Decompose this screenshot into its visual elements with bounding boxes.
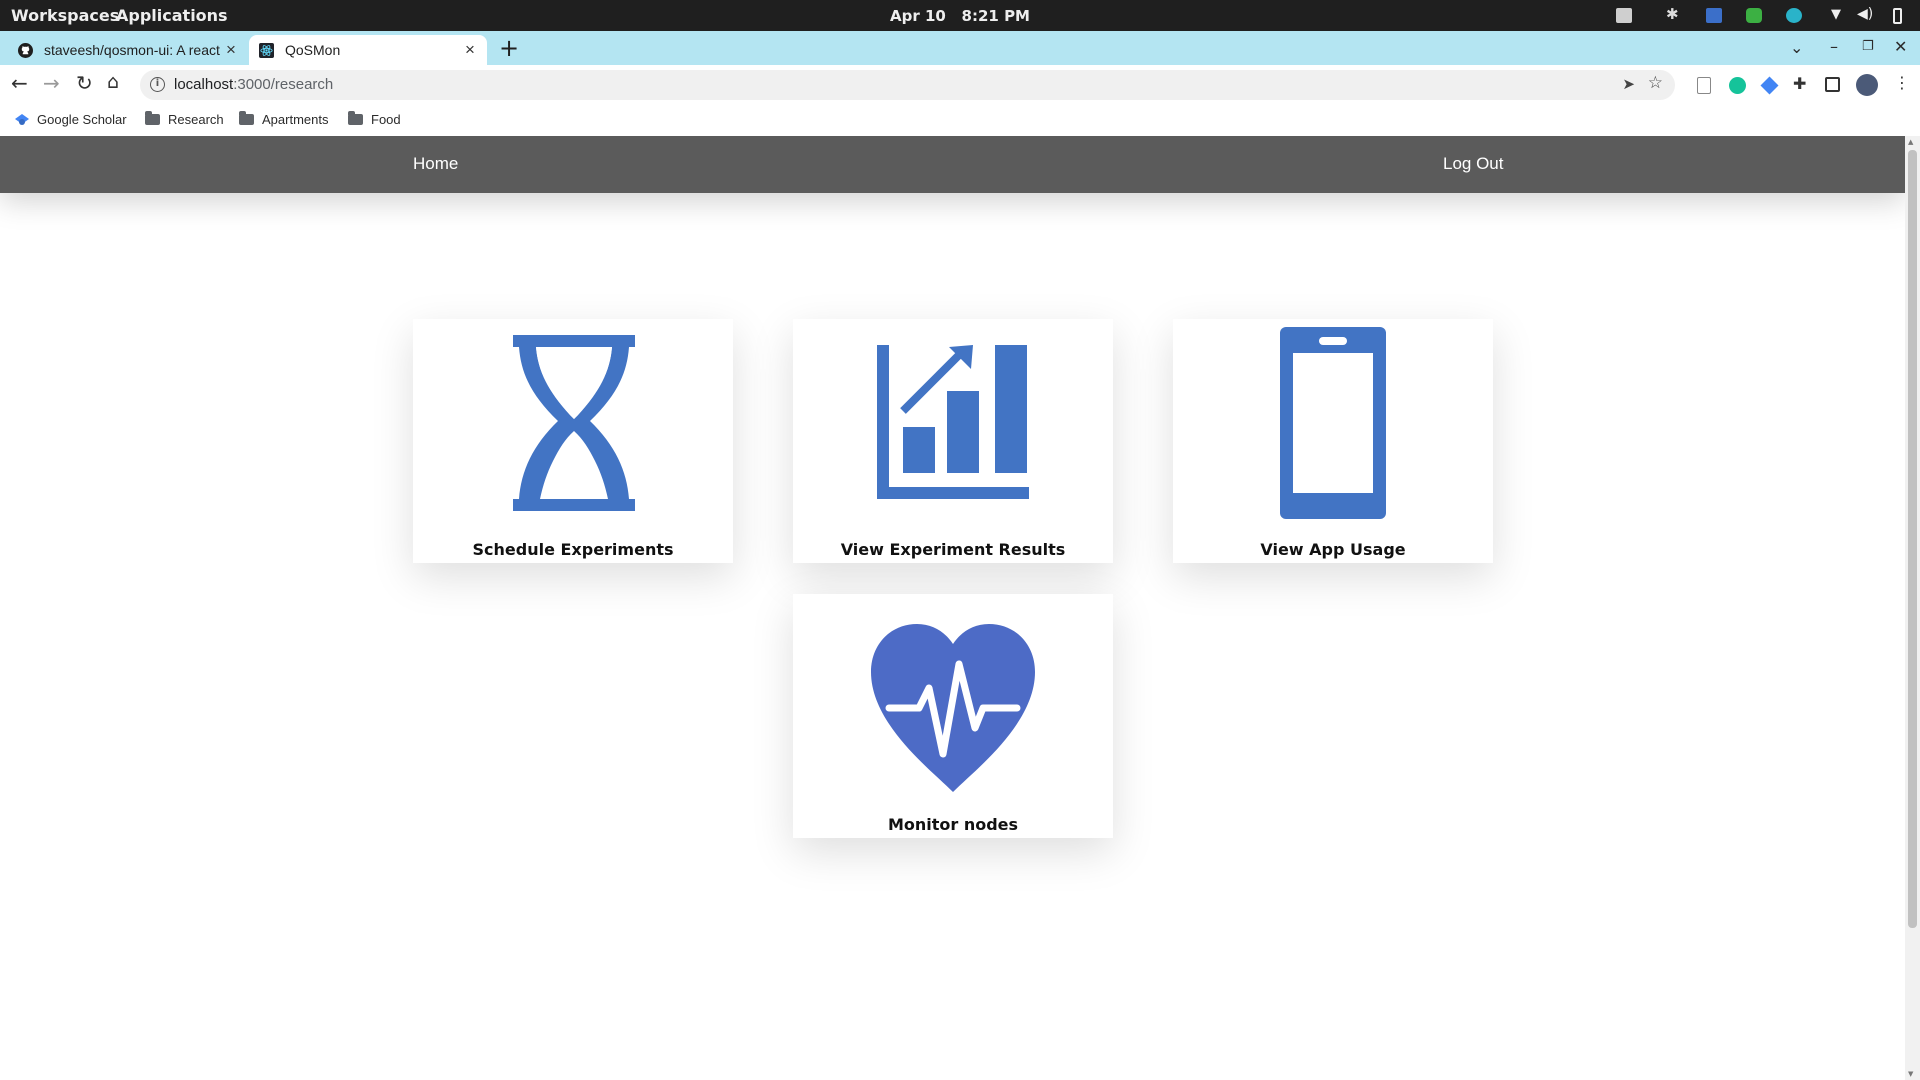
- url-host: localhost: [174, 76, 234, 93]
- bookmark-folder-food[interactable]: Food: [348, 111, 401, 127]
- schedule-experiments-card[interactable]: Schedule Experiments: [413, 319, 733, 563]
- heartbeat-icon: [871, 624, 1035, 792]
- tab-title: QoSMon: [285, 42, 341, 58]
- kebab-menu-icon[interactable]: ⋮: [1894, 73, 1911, 92]
- battery-icon[interactable]: [1893, 8, 1902, 24]
- grammarly-icon[interactable]: [1729, 77, 1746, 94]
- bookmark-label: Apartments: [262, 112, 329, 127]
- tab-search-icon[interactable]: ⌄: [1790, 38, 1803, 57]
- bookmark-folder-research[interactable]: Research: [145, 111, 224, 127]
- close-window-icon[interactable]: ✕: [1894, 37, 1907, 56]
- scroll-down-icon[interactable]: ▼: [1908, 1070, 1913, 1078]
- nav-logout-link[interactable]: Log Out: [1443, 154, 1504, 174]
- site-info-icon[interactable]: i: [150, 77, 165, 92]
- restore-icon[interactable]: ❐: [1862, 39, 1874, 54]
- url-text[interactable]: localhost:3000/research: [174, 76, 333, 93]
- bar-chart-growth-icon: [877, 345, 1029, 499]
- google-scholar-icon: [15, 114, 29, 125]
- back-icon[interactable]: ←: [11, 71, 28, 95]
- react-icon: [259, 43, 274, 58]
- browser-toolbar: ← → ↻ ⌂ i localhost:3000/research ➤ ☆ ✚ …: [0, 65, 1920, 105]
- address-bar[interactable]: i localhost:3000/research ➤ ☆: [140, 70, 1675, 100]
- screen-share-icon[interactable]: [1616, 8, 1632, 23]
- tab-strip: staveesh/qosmon-ui: A react × QoSMon × +…: [0, 31, 1920, 65]
- nav-home-link[interactable]: Home: [413, 154, 458, 174]
- close-tab-icon[interactable]: ×: [226, 40, 236, 60]
- card-label: View App Usage: [1260, 540, 1406, 559]
- sync-app-icon[interactable]: [1786, 8, 1802, 23]
- bookmark-google-scholar[interactable]: Google Scholar: [15, 112, 127, 127]
- github-icon: [18, 43, 33, 58]
- card-label: View Experiment Results: [840, 540, 1066, 559]
- profile-avatar[interactable]: [1856, 74, 1878, 96]
- smartphone-icon: [1280, 327, 1386, 519]
- tab-github[interactable]: staveesh/qosmon-ui: A react ×: [8, 35, 244, 65]
- card-label: Schedule Experiments: [472, 540, 674, 559]
- bookmark-star-icon[interactable]: ☆: [1648, 73, 1663, 93]
- system-top-bar: Workspaces Applications Apr 10 8:21 PM ✱…: [0, 0, 1920, 31]
- bookmark-label: Google Scholar: [37, 112, 127, 127]
- extensions-puzzle-icon[interactable]: ✚: [1793, 74, 1810, 93]
- scrollbar-thumb[interactable]: [1908, 150, 1917, 928]
- tab-title: staveesh/qosmon-ui: A react: [44, 42, 220, 58]
- page-scrollbar[interactable]: ▲ ▼: [1905, 136, 1920, 1080]
- hourglass-icon: [513, 335, 635, 511]
- bookmark-folder-apartments[interactable]: Apartments: [239, 111, 329, 127]
- bookmarks-bar: Google Scholar Research Apartments Food: [0, 105, 1920, 135]
- wifi-icon[interactable]: ▼: [1831, 7, 1851, 22]
- home-icon[interactable]: ⌂: [107, 71, 119, 93]
- view-app-usage-card[interactable]: View App Usage: [1173, 319, 1493, 563]
- new-tab-icon[interactable]: +: [499, 34, 519, 62]
- send-to-device-icon[interactable]: ➤: [1622, 75, 1635, 93]
- app-navbar: Home Log Out: [0, 136, 1905, 193]
- side-panel-icon[interactable]: [1825, 77, 1840, 92]
- tab-qosmon[interactable]: QoSMon ×: [249, 35, 487, 65]
- forward-icon[interactable]: →: [43, 71, 60, 95]
- view-experiment-results-card[interactable]: View Experiment Results: [793, 319, 1113, 563]
- folder-icon: [348, 111, 363, 125]
- minimize-icon[interactable]: –: [1830, 37, 1838, 56]
- url-path: :3000/research: [233, 76, 334, 93]
- monitor-nodes-card[interactable]: Monitor nodes: [793, 594, 1113, 838]
- scholar-extension-icon[interactable]: [1760, 76, 1779, 95]
- bookmark-label: Food: [371, 112, 401, 127]
- window-app-icon[interactable]: [1706, 8, 1722, 23]
- slack-icon[interactable]: ✱: [1666, 5, 1686, 23]
- bookmark-label: Research: [168, 112, 224, 127]
- system-tray: ✱ ▼ ◀): [0, 0, 1920, 31]
- scroll-up-icon[interactable]: ▲: [1908, 138, 1913, 146]
- reader-icon[interactable]: [1697, 77, 1711, 94]
- reload-icon[interactable]: ↻: [76, 71, 93, 95]
- folder-icon: [145, 111, 160, 125]
- page-viewport: Home Log Out Schedule Experiments View E…: [0, 136, 1905, 1080]
- card-label: Monitor nodes: [887, 815, 1019, 834]
- volume-icon[interactable]: ◀): [1857, 6, 1877, 22]
- close-tab-icon[interactable]: ×: [465, 40, 475, 60]
- folder-icon: [239, 111, 254, 125]
- check-app-icon[interactable]: [1746, 8, 1762, 23]
